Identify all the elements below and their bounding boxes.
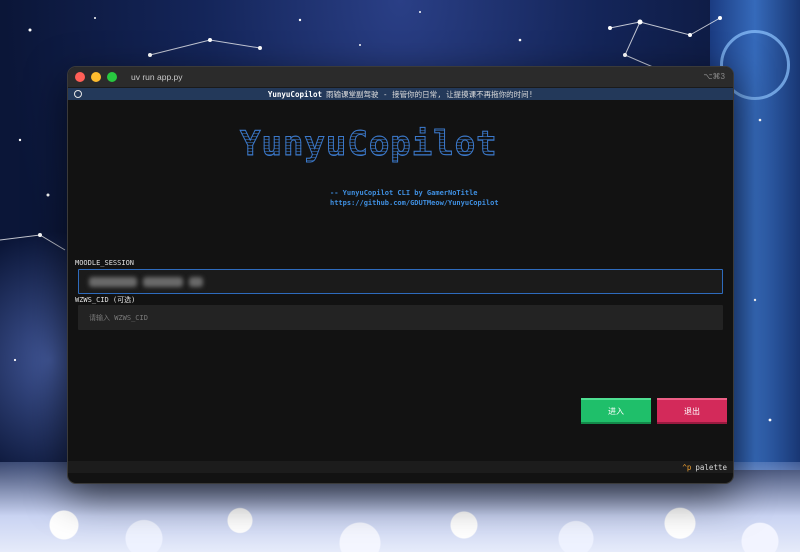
window-titlebar[interactable]: uv run app.py ⌥⌘3: [68, 67, 733, 88]
enter-button[interactable]: 进入: [581, 398, 651, 424]
palette-label[interactable]: palette: [695, 463, 727, 472]
palette-shortcut-key[interactable]: ^p: [682, 463, 691, 472]
footer-bar: ^p palette: [68, 461, 733, 473]
exit-button[interactable]: 退出: [657, 398, 727, 424]
session-value-redacted: [89, 276, 203, 287]
session-input[interactable]: [78, 269, 723, 294]
minimize-window-button[interactable]: [91, 72, 101, 82]
main-content: YunyuCopilot -- YunyuCopilot CLI by Game…: [68, 100, 733, 473]
zoom-window-button[interactable]: [107, 72, 117, 82]
terminal-window: uv run app.py ⌥⌘3 YunyuCopilot 雨输课堂副驾驶 -…: [67, 66, 734, 484]
credit-repo-link[interactable]: https://github.com/GDUTMeow/YunyuCopilot: [330, 198, 499, 208]
window-title: uv run app.py: [131, 72, 183, 82]
ascii-logo: YunyuCopilot: [240, 124, 498, 165]
credit-author: -- YunyuCopilot CLI by GamerNoTitle: [330, 189, 478, 197]
traffic-lights: [75, 72, 117, 82]
cid-label: WZWS_CID (可选): [75, 296, 136, 304]
app-header: YunyuCopilot 雨输课堂副驾驶 - 接管你的日常, 让提摸课不再拖你的…: [68, 88, 733, 100]
app-tagline: 雨输课堂副驾驶 - 接管你的日常, 让提摸课不再拖你的时间!: [326, 89, 534, 99]
window-shortcut: ⌥⌘3: [703, 72, 725, 81]
circle-icon[interactable]: [74, 90, 82, 98]
cid-placeholder: 请输入 WZWS_CID: [89, 313, 148, 322]
app-name: YunyuCopilot: [267, 89, 323, 99]
credit-block: -- YunyuCopilot CLI by GamerNoTitle http…: [330, 188, 499, 208]
close-window-button[interactable]: [75, 72, 85, 82]
session-label: MOODLE_SESSION: [75, 259, 135, 267]
cid-input[interactable]: 请输入 WZWS_CID: [78, 305, 723, 330]
